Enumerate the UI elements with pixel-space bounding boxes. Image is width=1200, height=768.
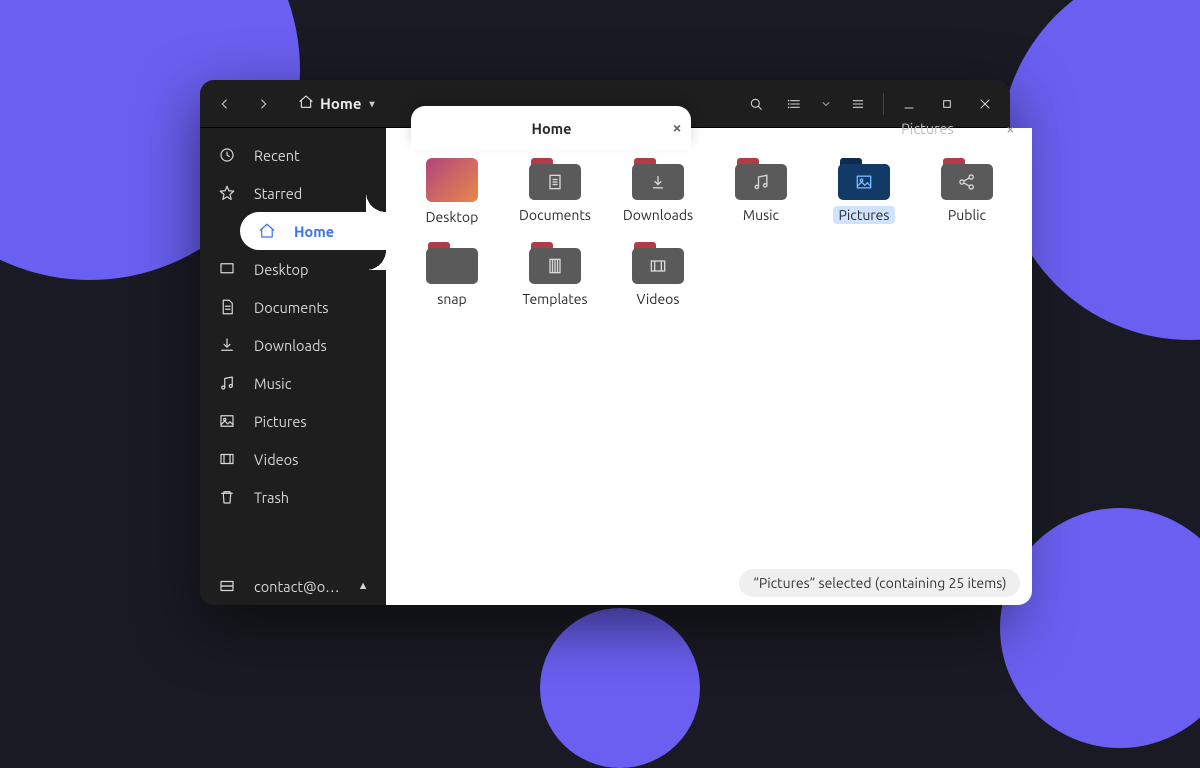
desktop-tile-icon <box>426 158 478 202</box>
bg-blob <box>540 608 700 768</box>
folder-icon <box>941 158 993 200</box>
star-icon <box>218 184 236 202</box>
sidebar-item-label: Videos <box>254 451 298 468</box>
tab-label: Home <box>531 120 571 137</box>
file-item-public[interactable]: Public <box>919 158 1014 226</box>
breadcrumb-label: Home <box>320 95 361 112</box>
status-text: “Pictures” selected (containing 25 items… <box>753 575 1006 591</box>
drive-icon <box>218 577 236 595</box>
sidebar-item-recent[interactable]: Recent <box>200 136 386 174</box>
file-item-music[interactable]: Music <box>713 158 808 226</box>
status-bar: “Pictures” selected (containing 25 items… <box>739 569 1020 597</box>
documents-icon <box>218 298 236 316</box>
home-icon <box>258 222 276 240</box>
file-item-desktop[interactable]: Desktop <box>404 158 499 226</box>
tab-bar: Home × <box>411 106 691 150</box>
sidebar-item-documents[interactable]: Documents <box>200 288 386 326</box>
tab-home[interactable]: Home × <box>411 106 691 150</box>
tab-close-button[interactable]: × <box>1006 120 1014 137</box>
video-icon <box>218 450 236 468</box>
sidebar-item-label: Desktop <box>254 261 308 278</box>
file-item-label: Music <box>737 206 785 224</box>
sidebar-item-label: Trash <box>254 489 289 506</box>
file-item-label: Videos <box>631 290 686 308</box>
sidebar: Recent Starred Home Desktop Documents Do… <box>200 128 386 605</box>
main-pane: Home × Pictures × DesktopDocumentsDownlo… <box>386 128 1032 605</box>
download-icon <box>218 336 236 354</box>
file-item-downloads[interactable]: Downloads <box>610 158 705 226</box>
sidebar-item-label: Music <box>254 375 291 392</box>
file-manager-window: Home ▾ Recent <box>200 80 1010 605</box>
sidebar-item-music[interactable]: Music <box>200 364 386 402</box>
file-item-videos[interactable]: Videos <box>610 242 705 308</box>
tab-close-button[interactable]: × <box>672 119 681 137</box>
path-breadcrumb[interactable]: Home ▾ <box>290 90 383 117</box>
clock-icon <box>218 146 236 164</box>
search-button[interactable] <box>739 87 773 121</box>
sidebar-item-pictures[interactable]: Pictures <box>200 402 386 440</box>
folder-icon <box>529 242 581 284</box>
sidebar-item-label: Starred <box>254 185 302 202</box>
sidebar-item-downloads[interactable]: Downloads <box>200 326 386 364</box>
folder-icon <box>735 158 787 200</box>
file-item-label: Desktop <box>420 208 485 226</box>
home-icon <box>298 94 314 113</box>
file-item-label: Templates <box>516 290 593 308</box>
sidebar-item-starred[interactable]: Starred <box>200 174 386 212</box>
file-item-label: Pictures <box>833 206 896 224</box>
sidebar-item-label: Documents <box>254 299 329 316</box>
file-grid: Desktop Documents Downloads Music Pictures Pu… <box>386 128 1032 308</box>
chevron-down-icon: ▾ <box>369 98 374 110</box>
sidebar-item-mount[interactable]: contact@o… ▲ <box>200 567 386 605</box>
file-item-pictures[interactable]: Pictures <box>816 158 911 226</box>
file-item-documents[interactable]: Documents <box>507 158 602 226</box>
sidebar-item-label: Downloads <box>254 337 327 354</box>
sidebar-item-label: Pictures <box>254 413 307 430</box>
sidebar-item-trash[interactable]: Trash <box>200 478 386 516</box>
file-item-snap[interactable]: snap <box>404 242 499 308</box>
eject-icon[interactable]: ▲ <box>358 580 369 592</box>
sidebar-item-label: Home <box>294 223 334 240</box>
file-item-label: Documents <box>513 206 597 224</box>
sidebar-item-label: contact@o… <box>254 578 340 595</box>
trash-icon <box>218 488 236 506</box>
file-item-templates[interactable]: Templates <box>507 242 602 308</box>
file-item-label: Public <box>942 206 992 224</box>
folder-icon <box>426 242 478 284</box>
folder-icon <box>529 158 581 200</box>
sidebar-item-videos[interactable]: Videos <box>200 440 386 478</box>
sidebar-item-home[interactable]: Home <box>240 212 386 250</box>
music-icon <box>218 374 236 392</box>
sidebar-item-desktop[interactable]: Desktop <box>200 250 386 288</box>
folder-icon <box>632 242 684 284</box>
sidebar-item-label: Recent <box>254 147 300 164</box>
back-button[interactable] <box>208 87 242 121</box>
desktop-icon <box>218 260 236 278</box>
file-item-label: snap <box>431 290 472 308</box>
image-icon <box>218 412 236 430</box>
folder-icon <box>838 158 890 200</box>
tab-pictures[interactable]: Pictures × <box>832 106 1022 150</box>
folder-icon <box>632 158 684 200</box>
forward-button[interactable] <box>246 87 280 121</box>
tab-label: Pictures <box>901 120 954 137</box>
file-item-label: Downloads <box>617 206 699 224</box>
view-list-button[interactable] <box>777 87 811 121</box>
